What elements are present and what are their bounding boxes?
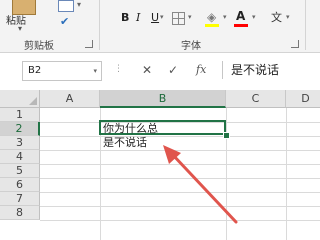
enter-icon[interactable]: ✓ xyxy=(168,63,178,77)
format-painter-icon[interactable]: ✔ xyxy=(60,15,69,28)
group-divider xyxy=(99,0,100,50)
borders-icon[interactable] xyxy=(172,12,185,25)
clipboard-launcher-icon[interactable] xyxy=(85,40,93,48)
bold-button[interactable]: B xyxy=(121,11,129,25)
font-color-dropdown-icon[interactable]: ▾ xyxy=(252,13,256,21)
font-group-label: 字体 xyxy=(181,41,201,52)
group-divider xyxy=(305,0,306,50)
annotation-arrow xyxy=(163,145,238,224)
underline-button[interactable]: U xyxy=(151,11,159,25)
copy-icon[interactable] xyxy=(58,0,74,12)
cancel-icon[interactable]: ✕ xyxy=(142,63,152,77)
fill-color-icon[interactable]: ◈ xyxy=(207,10,216,24)
fill-color-swatch xyxy=(205,24,219,27)
font-launcher-icon[interactable] xyxy=(291,40,299,48)
copy-dropdown-icon[interactable]: ▾ xyxy=(77,0,81,9)
font-color-swatch xyxy=(234,24,248,27)
borders-dropdown-icon[interactable]: ▾ xyxy=(188,13,192,21)
annotation-arrow-shaft xyxy=(170,152,238,224)
formula-bar-grip-icon[interactable]: ⋮ xyxy=(114,64,123,74)
formula-bar: B2 ▾ ⋮ ✕ ✓ fx 是不说话 xyxy=(0,58,320,84)
chevron-down-icon[interactable]: ▾ xyxy=(18,24,22,33)
name-box[interactable]: B2 ▾ xyxy=(22,61,102,81)
chevron-down-icon[interactable]: ▾ xyxy=(93,62,97,80)
fill-color-dropdown-icon[interactable]: ▾ xyxy=(223,13,227,21)
underline-dropdown-icon[interactable]: ▾ xyxy=(160,13,164,21)
italic-button[interactable]: I xyxy=(136,11,140,25)
name-box-value: B2 xyxy=(28,65,42,76)
phonetic-guide-icon[interactable]: 文 xyxy=(271,9,282,25)
formula-input[interactable]: 是不说话 xyxy=(222,61,320,79)
paste-label: 粘贴 xyxy=(6,16,26,27)
clipboard-group-label: 剪贴板 xyxy=(24,41,54,52)
insert-function-icon[interactable]: fx xyxy=(196,63,206,77)
worksheet-grid: A B C D 1 2 3 4 5 6 7 8 你为什么总 是不说话 xyxy=(0,90,320,240)
font-color-icon[interactable]: A xyxy=(236,9,245,23)
phonetic-dropdown-icon[interactable]: ▾ xyxy=(286,13,290,21)
ribbon: 粘贴 ▾ ▾ ✔ 剪贴板 B I U ▾ ▾ ◈ ▾ A ▾ 文 ▾ 字体 xyxy=(0,0,320,53)
paste-button[interactable]: 粘贴 ▾ xyxy=(2,0,48,36)
